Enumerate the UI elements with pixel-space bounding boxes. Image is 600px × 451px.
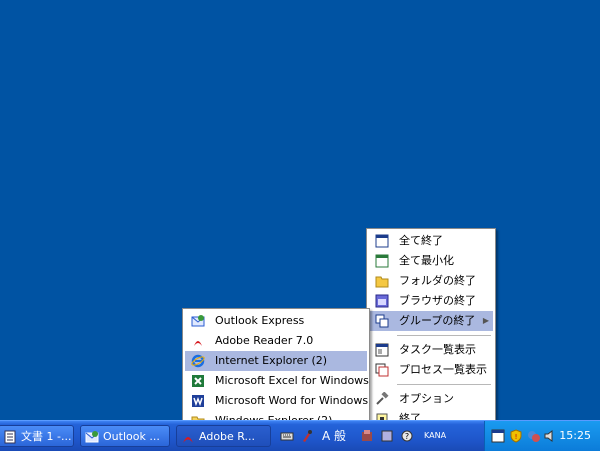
menu-item-label: 全て終了 bbox=[399, 234, 443, 247]
submenu-arrow-icon: ▶ bbox=[482, 316, 489, 325]
browser-window-icon bbox=[375, 294, 389, 308]
menu-item-task-list[interactable]: タスク一覧表示 bbox=[369, 340, 493, 360]
taskbar-button-adobe[interactable]: Adobe R... bbox=[176, 425, 271, 447]
menu-item-label: ブラウザの終了 bbox=[399, 294, 476, 307]
network-icon[interactable] bbox=[527, 429, 541, 443]
group-windows-icon bbox=[375, 314, 389, 328]
hammer-icon bbox=[376, 392, 389, 405]
ime-toolbar: A 般 ? KANA bbox=[278, 425, 478, 447]
submenu-item-excel[interactable]: Microsoft Excel for Windows bbox=[185, 371, 369, 391]
word-icon bbox=[192, 395, 204, 407]
menu-item-label: Adobe Reader 7.0 bbox=[215, 334, 314, 347]
tray-app-icon[interactable] bbox=[491, 429, 505, 443]
ime-kana-indicator[interactable]: KANA bbox=[424, 431, 446, 440]
document-icon bbox=[4, 430, 16, 444]
submenu-item-internet-explorer[interactable]: Internet Explorer (2) bbox=[185, 351, 367, 371]
excel-icon bbox=[192, 375, 204, 387]
menu-item-label: Microsoft Excel for Windows bbox=[215, 374, 369, 387]
menu-item-label: グループの終了 bbox=[399, 314, 476, 327]
clock[interactable]: 15:25 bbox=[559, 429, 591, 442]
menu-item-label: Microsoft Word for Windows bbox=[215, 394, 369, 407]
adobe-reader-icon bbox=[183, 437, 193, 443]
menu-item-label: プロセス一覧表示 bbox=[399, 363, 487, 376]
outlook-express-icon bbox=[191, 315, 205, 327]
ime-pad-icon[interactable] bbox=[380, 429, 394, 443]
group-submenu: Outlook Express Adobe Reader 7.0 Interne… bbox=[182, 308, 370, 432]
keyboard-icon[interactable] bbox=[280, 429, 294, 443]
taskbar: 文書 1 -... Outlook ... Adobe R... A 般 ? K… bbox=[0, 420, 600, 451]
menu-item-label: Internet Explorer (2) bbox=[215, 354, 328, 367]
menu-separator bbox=[397, 384, 491, 385]
system-tray: ! 15:25 bbox=[484, 421, 600, 451]
menu-item-close-browsers[interactable]: ブラウザの終了 bbox=[369, 291, 493, 311]
adobe-reader-icon bbox=[192, 335, 204, 347]
menu-item-close-all[interactable]: 全て終了 bbox=[369, 231, 493, 251]
menu-item-process-list[interactable]: プロセス一覧表示 bbox=[369, 360, 493, 380]
taskbar-button-label: Outlook ... bbox=[103, 430, 160, 443]
submenu-item-word[interactable]: Microsoft Word for Windows bbox=[185, 391, 369, 411]
help-icon[interactable]: ? bbox=[400, 429, 414, 443]
internet-explorer-icon bbox=[191, 354, 205, 368]
svg-text:?: ? bbox=[405, 432, 409, 441]
task-list-icon bbox=[375, 343, 389, 357]
ime-input-mode[interactable]: A 般 bbox=[322, 427, 346, 444]
menu-item-label: フォルダの終了 bbox=[399, 274, 476, 287]
menu-item-label: Outlook Express bbox=[215, 314, 305, 327]
outlook-express-icon bbox=[85, 431, 99, 443]
taskbar-button-label: Adobe R... bbox=[199, 430, 256, 443]
process-list-icon bbox=[375, 363, 389, 377]
menu-item-label: オプション bbox=[399, 392, 454, 405]
menu-item-close-group[interactable]: グループの終了 ▶ bbox=[369, 311, 493, 331]
submenu-item-outlook-express[interactable]: Outlook Express bbox=[185, 311, 367, 331]
svg-text:!: ! bbox=[515, 433, 518, 441]
taskbar-button-label: 文書 1 -... bbox=[21, 430, 72, 443]
volume-icon[interactable] bbox=[543, 429, 557, 443]
menu-item-minimize-all[interactable]: 全て最小化 bbox=[369, 251, 493, 271]
folder-icon bbox=[375, 276, 389, 288]
taskbar-button-document[interactable]: 文書 1 -... bbox=[0, 425, 74, 447]
taskbar-button-outlook[interactable]: Outlook ... bbox=[80, 425, 170, 447]
menu-separator bbox=[397, 335, 491, 336]
ime-tools-icon[interactable] bbox=[360, 429, 374, 443]
menu-item-close-folders[interactable]: フォルダの終了 bbox=[369, 271, 493, 291]
context-menu: 全て終了 全て最小化 フォルダの終了 ブラウザの終了 グループの終了 ▶ タスク… bbox=[366, 228, 496, 434]
submenu-item-adobe-reader[interactable]: Adobe Reader 7.0 bbox=[185, 331, 367, 351]
menu-item-options[interactable]: オプション bbox=[369, 389, 493, 409]
window-icon bbox=[375, 234, 389, 248]
security-shield-icon[interactable]: ! bbox=[509, 429, 523, 443]
menu-item-label: タスク一覧表示 bbox=[399, 343, 476, 356]
menu-item-label: 全て最小化 bbox=[399, 254, 454, 267]
ime-brush-icon[interactable] bbox=[300, 429, 314, 443]
minimize-window-icon bbox=[375, 254, 389, 268]
